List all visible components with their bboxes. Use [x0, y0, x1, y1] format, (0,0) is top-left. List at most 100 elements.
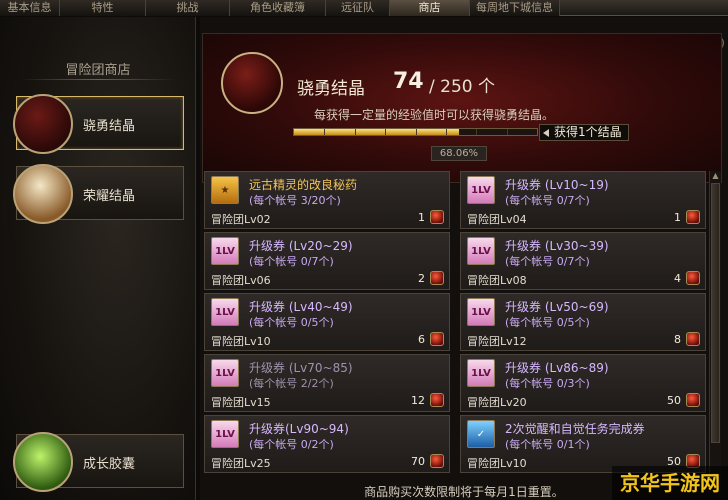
item-level-requirement: 冒险团Lv20: [467, 396, 527, 409]
category-growth-capsule[interactable]: 成长胶囊: [13, 432, 184, 492]
item-name: 远古精灵的改良秘药: [249, 178, 358, 192]
tab-traits[interactable]: 特性: [60, 0, 146, 16]
crystal-currency-icon: [430, 271, 444, 285]
level-up-ticket-icon: 1LV: [211, 298, 239, 326]
item-level-requirement: 冒险团Lv06: [211, 274, 271, 287]
exp-progress-bar: [293, 128, 538, 136]
item-purchase-limit: (每个帐号 0/5个): [249, 316, 334, 329]
item-name: 升级券 (Lv70~85): [249, 361, 353, 375]
item-price: 6: [418, 333, 425, 346]
item-purchase-limit: (每个帐号 0/5个): [505, 316, 590, 329]
item-purchase-limit: (每个帐号 0/7个): [505, 194, 590, 207]
shop-item[interactable]: 1LV 升级券 (Lv30~39) (每个帐号 0/7个) 冒险团Lv08 4: [460, 232, 706, 290]
item-level-requirement: 冒险团Lv04: [467, 213, 527, 226]
item-price: 50: [667, 394, 681, 407]
quest-ticket-icon: ✓: [467, 420, 495, 448]
item-name: 升级券 (Lv50~69): [505, 300, 609, 314]
shop-item[interactable]: 1LV 升级券 (Lv86~89) (每个帐号 0/3个) 冒险团Lv20 50: [460, 354, 706, 412]
level-up-ticket-icon: 1LV: [467, 359, 495, 387]
brave-crystal-icon: [13, 94, 73, 154]
item-name: 2次觉醒和自觉任务完成券: [505, 422, 645, 436]
item-price: 4: [674, 272, 681, 285]
glory-trophy-icon: [13, 164, 73, 224]
item-level-requirement: 冒险团Lv10: [467, 457, 527, 470]
item-price: 1: [418, 211, 425, 224]
item-name: 升级券 (Lv10~19): [505, 178, 609, 192]
tab-weekly-dungeon[interactable]: 每周地下城信息: [470, 0, 560, 16]
crystal-currency-icon: [686, 210, 700, 224]
currency-max: / 250 个: [429, 77, 495, 97]
category-label: 骁勇结晶: [83, 119, 136, 134]
currency-header: 骁勇结晶 74 / 250 个 每获得一定量的经验值时可以获得骁勇结晶。 获得1…: [202, 33, 722, 183]
item-purchase-limit: (每个帐号 0/7个): [505, 255, 590, 268]
crystal-currency-icon: [686, 393, 700, 407]
potion-icon: ★: [211, 176, 239, 204]
progress-fill: [294, 129, 459, 135]
shop-item[interactable]: 1LV 升级券 (Lv50~69) (每个帐号 0/5个) 冒险团Lv12 8: [460, 293, 706, 351]
item-name: 升级券 (Lv40~49): [249, 300, 353, 314]
currency-count: 74: [393, 69, 424, 94]
item-level-requirement: 冒险团Lv12: [467, 335, 527, 348]
category-label: 成长胶囊: [83, 457, 136, 472]
tab-basic-info[interactable]: 基本信息: [0, 0, 60, 16]
crystal-currency-icon: [430, 210, 444, 224]
tab-challenge[interactable]: 挑战: [146, 0, 230, 16]
tab-bar: 基本信息 特性 挑战 角色收藏簿 远征队 商店 每周地下城信息: [0, 0, 728, 16]
progress-segment-divider: [324, 129, 325, 135]
scroll-up-icon[interactable]: ▲: [711, 171, 720, 180]
tab-shop[interactable]: 商店: [390, 0, 470, 16]
shop-item[interactable]: 1LV 升级券 (Lv20~29) (每个帐号 0/7个) 冒险团Lv06 2: [204, 232, 450, 290]
shop-item[interactable]: 1LV 升级券 (Lv40~49) (每个帐号 0/5个) 冒险团Lv10 6: [204, 293, 450, 351]
brave-crystal-icon: [221, 52, 283, 114]
currency-description: 每获得一定量的经验值时可以获得骁勇结晶。: [314, 108, 555, 122]
category-label: 荣耀结晶: [83, 189, 136, 204]
shop-item[interactable]: ✓ 2次觉醒和自觉任务完成券 (每个帐号 0/1个) 冒险团Lv10 50: [460, 415, 706, 473]
item-purchase-limit: (每个帐号 0/1个): [505, 438, 590, 451]
item-purchase-limit: (每个帐号 0/2个): [249, 438, 334, 451]
item-purchase-limit: (每个帐号 3/20个): [249, 194, 341, 207]
crystal-currency-icon: [430, 393, 444, 407]
crystal-currency-icon: [430, 332, 444, 346]
left-panel: 冒险团商店 骁勇结晶 荣耀结晶 成长胶囊: [0, 17, 196, 500]
item-grid: ★ 远古精灵的改良秘药 (每个帐号 3/20个) 冒险团Lv02 1 1LV 升级券 (Lv…: [200, 171, 728, 481]
shop-title: 冒险团商店: [0, 59, 196, 80]
currency-name: 骁勇结晶: [297, 79, 365, 99]
progress-segment-divider: [355, 129, 356, 135]
item-level-requirement: 冒险团Lv08: [467, 274, 527, 287]
tab-collection[interactable]: 角色收藏簿: [230, 0, 326, 16]
level-up-ticket-icon: 1LV: [467, 298, 495, 326]
item-price: 8: [674, 333, 681, 346]
exp-capsule-icon: [13, 432, 73, 492]
scrollbar[interactable]: ▲ ▼: [709, 171, 721, 481]
item-price: 70: [411, 455, 425, 468]
level-up-ticket-icon: 1LV: [211, 237, 239, 265]
item-price: 1: [674, 211, 681, 224]
level-up-ticket-icon: 1LV: [467, 176, 495, 204]
item-level-requirement: 冒险团Lv15: [211, 396, 271, 409]
shop-panel: ? 骁勇结晶 74 / 250 个 每获得一定量的经验值时可以获得骁勇结晶。 获…: [200, 17, 728, 500]
progress-tooltip: 获得1个结晶: [539, 124, 629, 141]
shop-item[interactable]: 1LV 升级券 (Lv10~19) (每个帐号 0/7个) 冒险团Lv04 1: [460, 171, 706, 229]
crystal-currency-icon: [430, 454, 444, 468]
scroll-thumb[interactable]: [711, 183, 720, 443]
item-name: 升级券 (Lv20~29): [249, 239, 353, 253]
item-name: 升级券 (Lv30~39): [505, 239, 609, 253]
level-up-ticket-icon: 1LV: [211, 359, 239, 387]
level-up-ticket-icon: 1LV: [211, 420, 239, 448]
shop-item[interactable]: 1LV 升级券(Lv90~94) (每个帐号 0/2个) 冒险团Lv25 70: [204, 415, 450, 473]
progress-segment-divider: [385, 129, 386, 135]
item-name: 升级券(Lv90~94): [249, 422, 349, 436]
item-purchase-limit: (每个帐号 2/2个): [249, 377, 334, 390]
watermark: 京华手游网: [612, 466, 728, 500]
shop-item[interactable]: 1LV 升级券 (Lv70~85) (每个帐号 2/2个) 冒险团Lv15 12: [204, 354, 450, 412]
category-brave-crystal[interactable]: 骁勇结晶: [13, 94, 184, 154]
item-level-requirement: 冒险团Lv10: [211, 335, 271, 348]
shop-item[interactable]: ★ 远古精灵的改良秘药 (每个帐号 3/20个) 冒险团Lv02 1: [204, 171, 450, 229]
crystal-currency-icon: [686, 271, 700, 285]
item-purchase-limit: (每个帐号 0/7个): [249, 255, 334, 268]
category-glory-crystal[interactable]: 荣耀结晶: [13, 164, 184, 224]
tab-expedition[interactable]: 远征队: [326, 0, 390, 16]
item-purchase-limit: (每个帐号 0/3个): [505, 377, 590, 390]
item-level-requirement: 冒险团Lv02: [211, 213, 271, 226]
progress-segment-divider: [507, 129, 508, 135]
